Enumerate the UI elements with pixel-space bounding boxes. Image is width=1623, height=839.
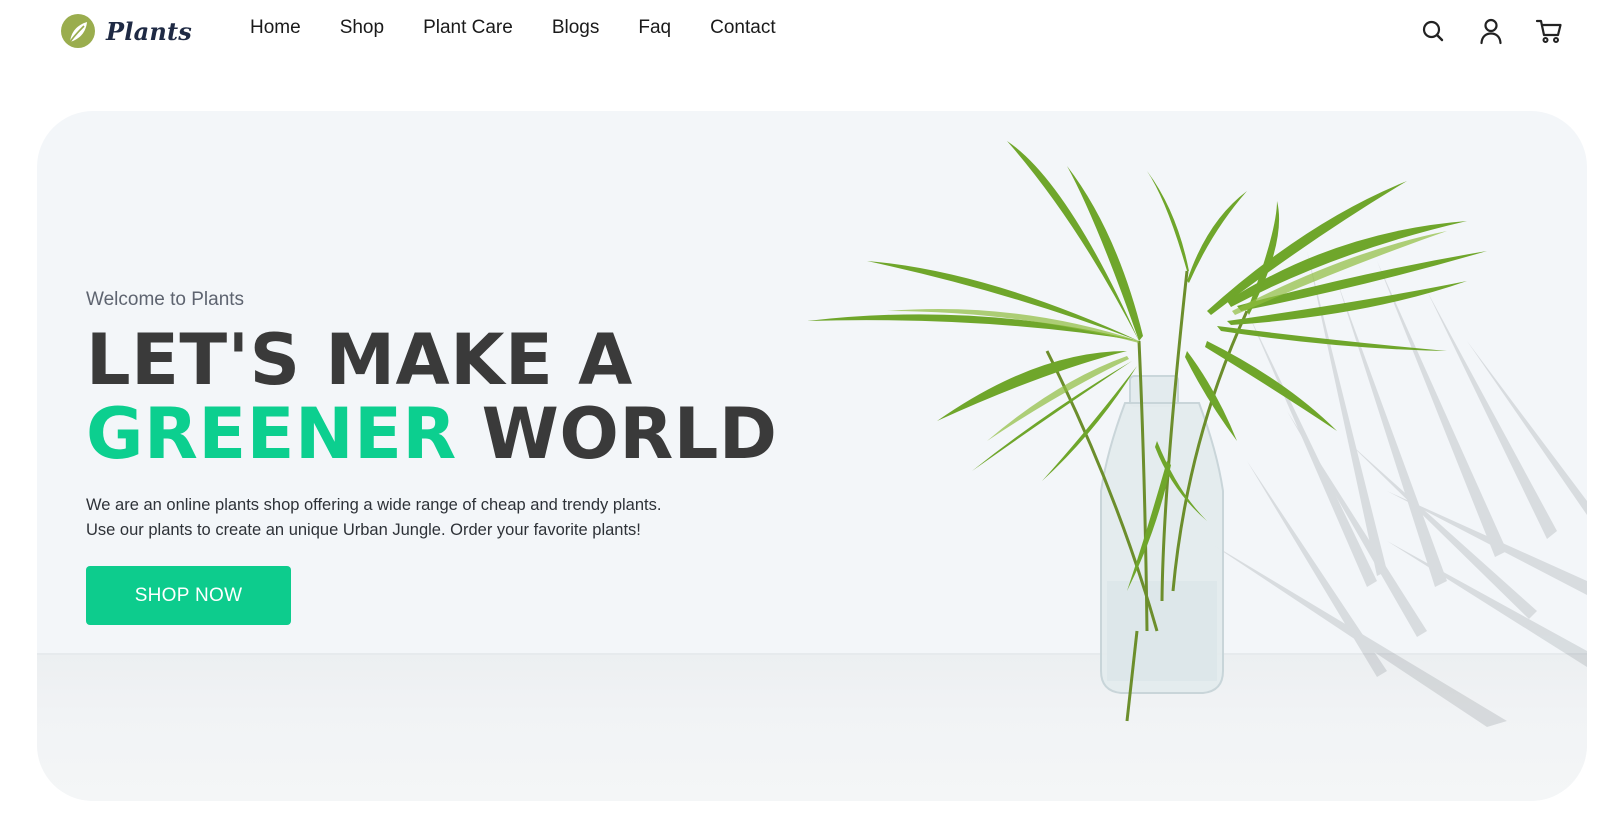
hero-welcome-text: Welcome to Plants bbox=[86, 289, 245, 310]
nav-item-blogs[interactable]: Blogs bbox=[552, 17, 600, 39]
hero-description-line2: Use our plants to create an unique Urban… bbox=[86, 521, 641, 539]
nav-item-contact[interactable]: Contact bbox=[710, 17, 775, 39]
palm-in-vase-image bbox=[807, 141, 1587, 727]
nav-item-plant-care[interactable]: Plant Care bbox=[423, 17, 513, 39]
cart-icon[interactable] bbox=[1535, 17, 1563, 45]
header-actions bbox=[1419, 17, 1563, 45]
hero-content: Welcome to Plants LET'S MAKE A GREENER W… bbox=[86, 289, 786, 543]
headline-green-word: GREENER bbox=[86, 393, 457, 475]
user-icon[interactable] bbox=[1477, 17, 1505, 45]
headline-rest: WORLD bbox=[481, 393, 778, 475]
leaf-logo-icon bbox=[61, 14, 95, 48]
shop-now-button[interactable]: SHOP NOW bbox=[86, 566, 291, 625]
nav-item-faq[interactable]: Faq bbox=[638, 17, 671, 39]
headline-line1: LET'S MAKE A bbox=[86, 319, 633, 401]
search-icon[interactable] bbox=[1419, 17, 1447, 45]
hero-banner: Welcome to Plants LET'S MAKE A GREENER W… bbox=[37, 111, 1587, 801]
main-nav: Home Shop Plant Care Blogs Faq Contact bbox=[250, 17, 815, 39]
nav-item-home[interactable]: Home bbox=[250, 17, 301, 39]
hero-description-line1: We are an online plants shop offering a … bbox=[86, 496, 662, 514]
site-header: Plants Home Shop Plant Care Blogs Faq Co… bbox=[0, 0, 1623, 62]
hero-headline: LET'S MAKE A GREENER WORLD bbox=[86, 323, 786, 471]
brand-name: Plants bbox=[106, 16, 192, 46]
nav-item-shop[interactable]: Shop bbox=[340, 17, 384, 39]
brand-logo[interactable]: Plants bbox=[60, 13, 192, 49]
hero-description: We are an online plants shop offering a … bbox=[86, 493, 726, 543]
